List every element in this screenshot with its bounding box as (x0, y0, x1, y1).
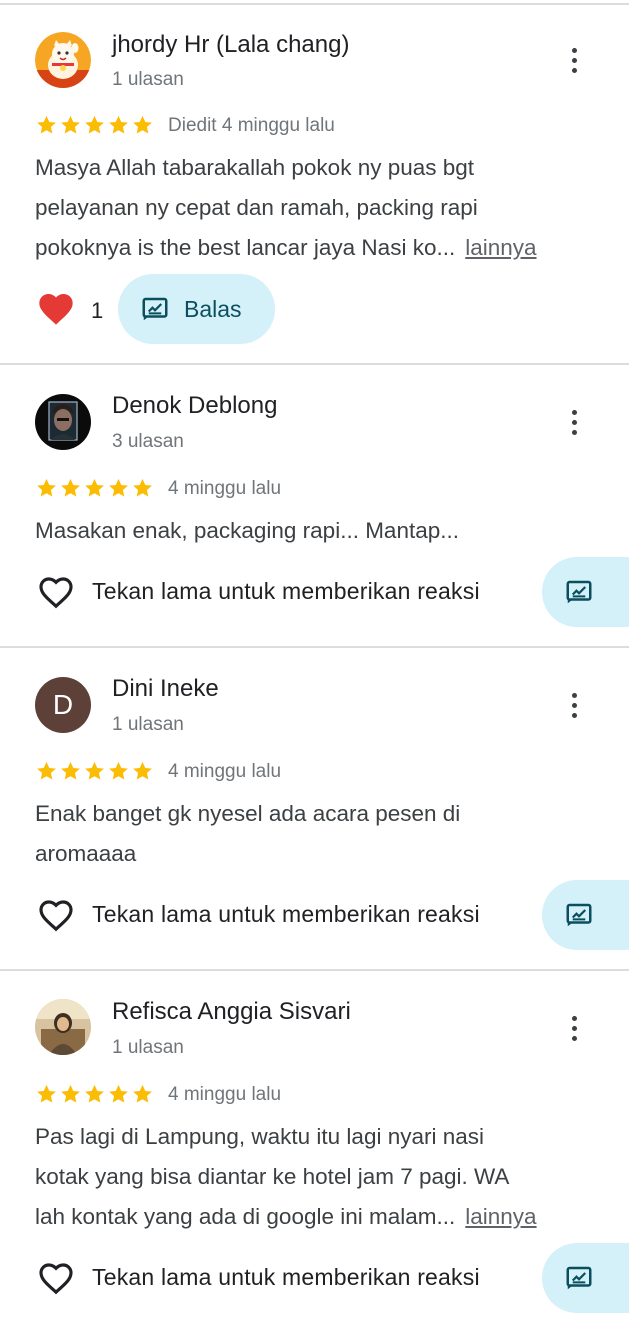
reviewer-name[interactable]: jhordy Hr (Lala chang) (112, 31, 349, 59)
review-date: 4 minggu lalu (168, 478, 282, 499)
reply-label: Balas (184, 295, 242, 322)
reaction-hint: Tekan lama untuk memberikan reaksi (92, 1264, 480, 1290)
reply-icon (564, 577, 594, 607)
review-text-line: Pas lagi di Lampung, waktu itu lagi nyar… (35, 1124, 485, 1149)
review-card: Denok Deblong 3 ulasan 4 minggu lalu Mas… (0, 363, 629, 647)
read-more-link[interactable]: lainnya (465, 1204, 536, 1229)
review-text-line: pelayanan ny cepat dan ramah, packing ra… (35, 195, 478, 220)
reply-button[interactable] (542, 1243, 629, 1313)
review-date: Diedit 4 minggu lalu (168, 115, 335, 136)
star-rating (35, 760, 154, 786)
review-date: 4 minggu lalu (168, 761, 282, 782)
star-icon (85, 761, 104, 780)
reaction-hint: Tekan lama untuk memberikan reaksi (92, 578, 480, 604)
review-text: Enak banget gk nyesel ada acara pesen di… (35, 794, 605, 874)
review-text-line: pokoknya is the best lancar jaya Nasi ko… (35, 235, 456, 260)
star-rating (35, 114, 154, 140)
reply-button[interactable]: Balas (118, 274, 275, 344)
reaction-hint: Tekan lama untuk memberikan reaksi (92, 901, 480, 927)
star-icon (109, 1084, 128, 1103)
star-rating (35, 477, 154, 503)
star-icon (37, 761, 56, 780)
reviewer-avatar[interactable]: D (35, 677, 91, 733)
photo-avatar-icon (35, 394, 91, 450)
reaction-row: 1 Balas (0, 274, 629, 344)
star-icon (133, 478, 152, 497)
review-text-line: Masakan enak, packaging rapi... Mantap..… (35, 518, 459, 543)
star-icon (109, 761, 128, 780)
reviewer-avatar[interactable] (35, 394, 91, 450)
more-options-icon[interactable] (558, 1008, 590, 1048)
review-text-line: kotak yang bisa diantar ke hotel jam 7 p… (35, 1164, 510, 1189)
star-icon (61, 1084, 80, 1103)
review-text: Pas lagi di Lampung, waktu itu lagi nyar… (35, 1117, 605, 1237)
reviewer-name[interactable]: Refisca Anggia Sisvari (112, 998, 351, 1026)
review-count: 3 ulasan (112, 431, 184, 452)
more-options-icon[interactable] (558, 402, 590, 442)
star-icon (37, 115, 56, 134)
review-text-line: Enak banget gk nyesel ada acara pesen di (35, 801, 461, 826)
star-icon (85, 115, 104, 134)
review-count: 1 ulasan (112, 1037, 184, 1058)
star-icon (61, 478, 80, 497)
review-text-line: Masya Allah tabarakallah pokok ny puas b… (35, 155, 475, 180)
review-text: Masakan enak, packaging rapi... Mantap..… (35, 511, 605, 551)
star-rating (35, 1083, 154, 1109)
heart-outline-icon[interactable] (36, 895, 76, 935)
star-icon (85, 1084, 104, 1103)
star-icon (37, 1084, 56, 1103)
star-icon (133, 1084, 152, 1103)
reaction-row: Tekan lama untuk memberikan reaksi (0, 557, 629, 627)
review-text: Masya Allah tabarakallah pokok ny puas b… (35, 148, 605, 268)
reviewer-name[interactable]: Denok Deblong (112, 392, 277, 420)
heart-filled-icon[interactable] (36, 289, 76, 329)
star-icon (133, 761, 152, 780)
reaction-row: Tekan lama untuk memberikan reaksi (0, 1243, 629, 1313)
reply-button[interactable] (542, 557, 629, 627)
review-card: D Dini Ineke 1 ulasan 4 minggu lalu Enak… (0, 646, 629, 970)
more-options-icon[interactable] (558, 40, 590, 80)
reaction-row: Tekan lama untuk memberikan reaksi (0, 880, 629, 950)
reply-button[interactable] (542, 880, 629, 950)
star-icon (133, 115, 152, 134)
heart-outline-icon[interactable] (36, 572, 76, 612)
reviewer-avatar[interactable] (35, 999, 91, 1055)
photo-avatar-icon (35, 999, 91, 1055)
review-card: jhordy Hr (Lala chang) 1 ulasan Diedit 4… (0, 3, 629, 364)
star-icon (61, 761, 80, 780)
lucky-cat-avatar-icon (35, 32, 91, 88)
star-icon (85, 478, 104, 497)
star-icon (37, 478, 56, 497)
review-card: Refisca Anggia Sisvari 1 ulasan 4 minggu… (0, 969, 629, 1331)
heart-outline-icon[interactable] (36, 1258, 76, 1298)
reviewer-avatar[interactable] (35, 32, 91, 88)
reaction-count: 1 (91, 298, 104, 323)
reply-icon (564, 1263, 594, 1293)
review-text-line: lah kontak yang ada di google ini malam.… (35, 1204, 456, 1229)
star-icon (109, 115, 128, 134)
review-date: 4 minggu lalu (168, 1084, 282, 1105)
reviewer-name[interactable]: Dini Ineke (112, 675, 219, 703)
review-count: 1 ulasan (112, 69, 184, 90)
more-options-icon[interactable] (558, 685, 590, 725)
reply-icon (564, 900, 594, 930)
reply-icon (140, 294, 170, 324)
review-count: 1 ulasan (112, 714, 184, 735)
star-icon (61, 115, 80, 134)
review-text-line: aromaaaa (35, 841, 137, 866)
read-more-link[interactable]: lainnya (465, 235, 536, 260)
star-icon (109, 478, 128, 497)
